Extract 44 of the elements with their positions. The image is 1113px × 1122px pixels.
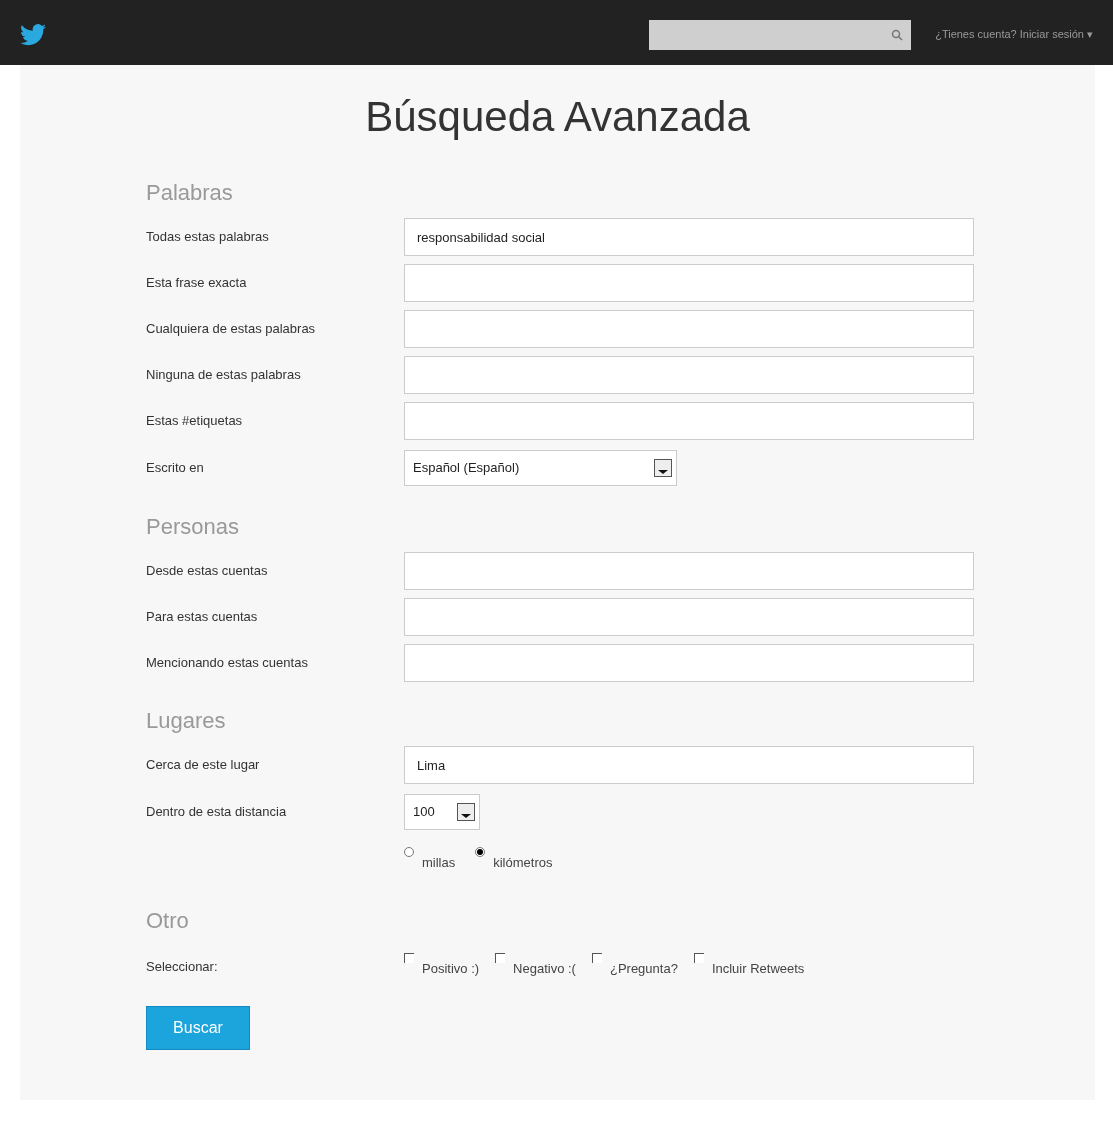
section-heading: Lugares (146, 706, 227, 735)
text-field[interactable] (404, 356, 974, 394)
field-label: Para estas cuentas (146, 608, 259, 627)
field-label: Escrito en (146, 459, 205, 478)
field-label: Cerca de este lugar (146, 756, 261, 775)
text-field[interactable] (404, 598, 974, 636)
text-field[interactable] (404, 264, 974, 302)
checkbox-label: ¿Pregunta? (609, 960, 678, 979)
checkbox[interactable] (591, 953, 602, 964)
field-label: Todas estas palabras (146, 228, 270, 247)
field-label: Desde estas cuentas (146, 562, 269, 581)
section-heading: Otro (146, 906, 190, 935)
checkbox[interactable] (495, 953, 506, 964)
checkbox[interactable] (404, 953, 414, 964)
field-label: Cualquiera de estas palabras (146, 320, 317, 339)
text-field[interactable]: responsabilidad social (404, 218, 974, 256)
section-heading: Personas (146, 512, 240, 541)
text-field[interactable] (404, 644, 974, 682)
search-field[interactable] (649, 19, 912, 50)
search-icon (891, 28, 904, 41)
field-label: Ninguna de estas palabras (146, 366, 302, 385)
checkbox-label: Positivo :) (422, 960, 480, 979)
text-field[interactable]: Lima (404, 746, 974, 784)
text-field[interactable] (404, 402, 974, 440)
field-label: Dentro de esta distancia (146, 803, 288, 822)
checkbox[interactable] (693, 953, 704, 964)
checkbox-label: Incluir Retweets (711, 960, 805, 979)
field-label: Estas #etiquetas (146, 412, 244, 431)
field-label: Seleccionar: (146, 958, 219, 977)
dropdown[interactable]: Español (Español) (404, 450, 677, 486)
field-label: Mencionando estas cuentas (146, 654, 309, 673)
checkbox-label: Negativo :( (513, 960, 576, 979)
field-label: Esta frase exacta (146, 274, 248, 293)
radio-button[interactable] (475, 847, 486, 858)
radio-label: kilómetros (493, 854, 553, 873)
text-field[interactable] (404, 310, 974, 348)
dropdown[interactable]: 100 (404, 794, 480, 830)
text-field[interactable] (404, 552, 974, 590)
page-title: Búsqueda Avanzada (364, 92, 751, 142)
bird-logo-icon[interactable] (20, 23, 46, 46)
radio-button[interactable] (404, 847, 414, 858)
section-heading: Palabras (146, 178, 234, 207)
radio-label: millas (422, 854, 456, 873)
login-link[interactable]: ¿Tienes cuenta? Iniciar sesión ▾ (935, 26, 1093, 43)
